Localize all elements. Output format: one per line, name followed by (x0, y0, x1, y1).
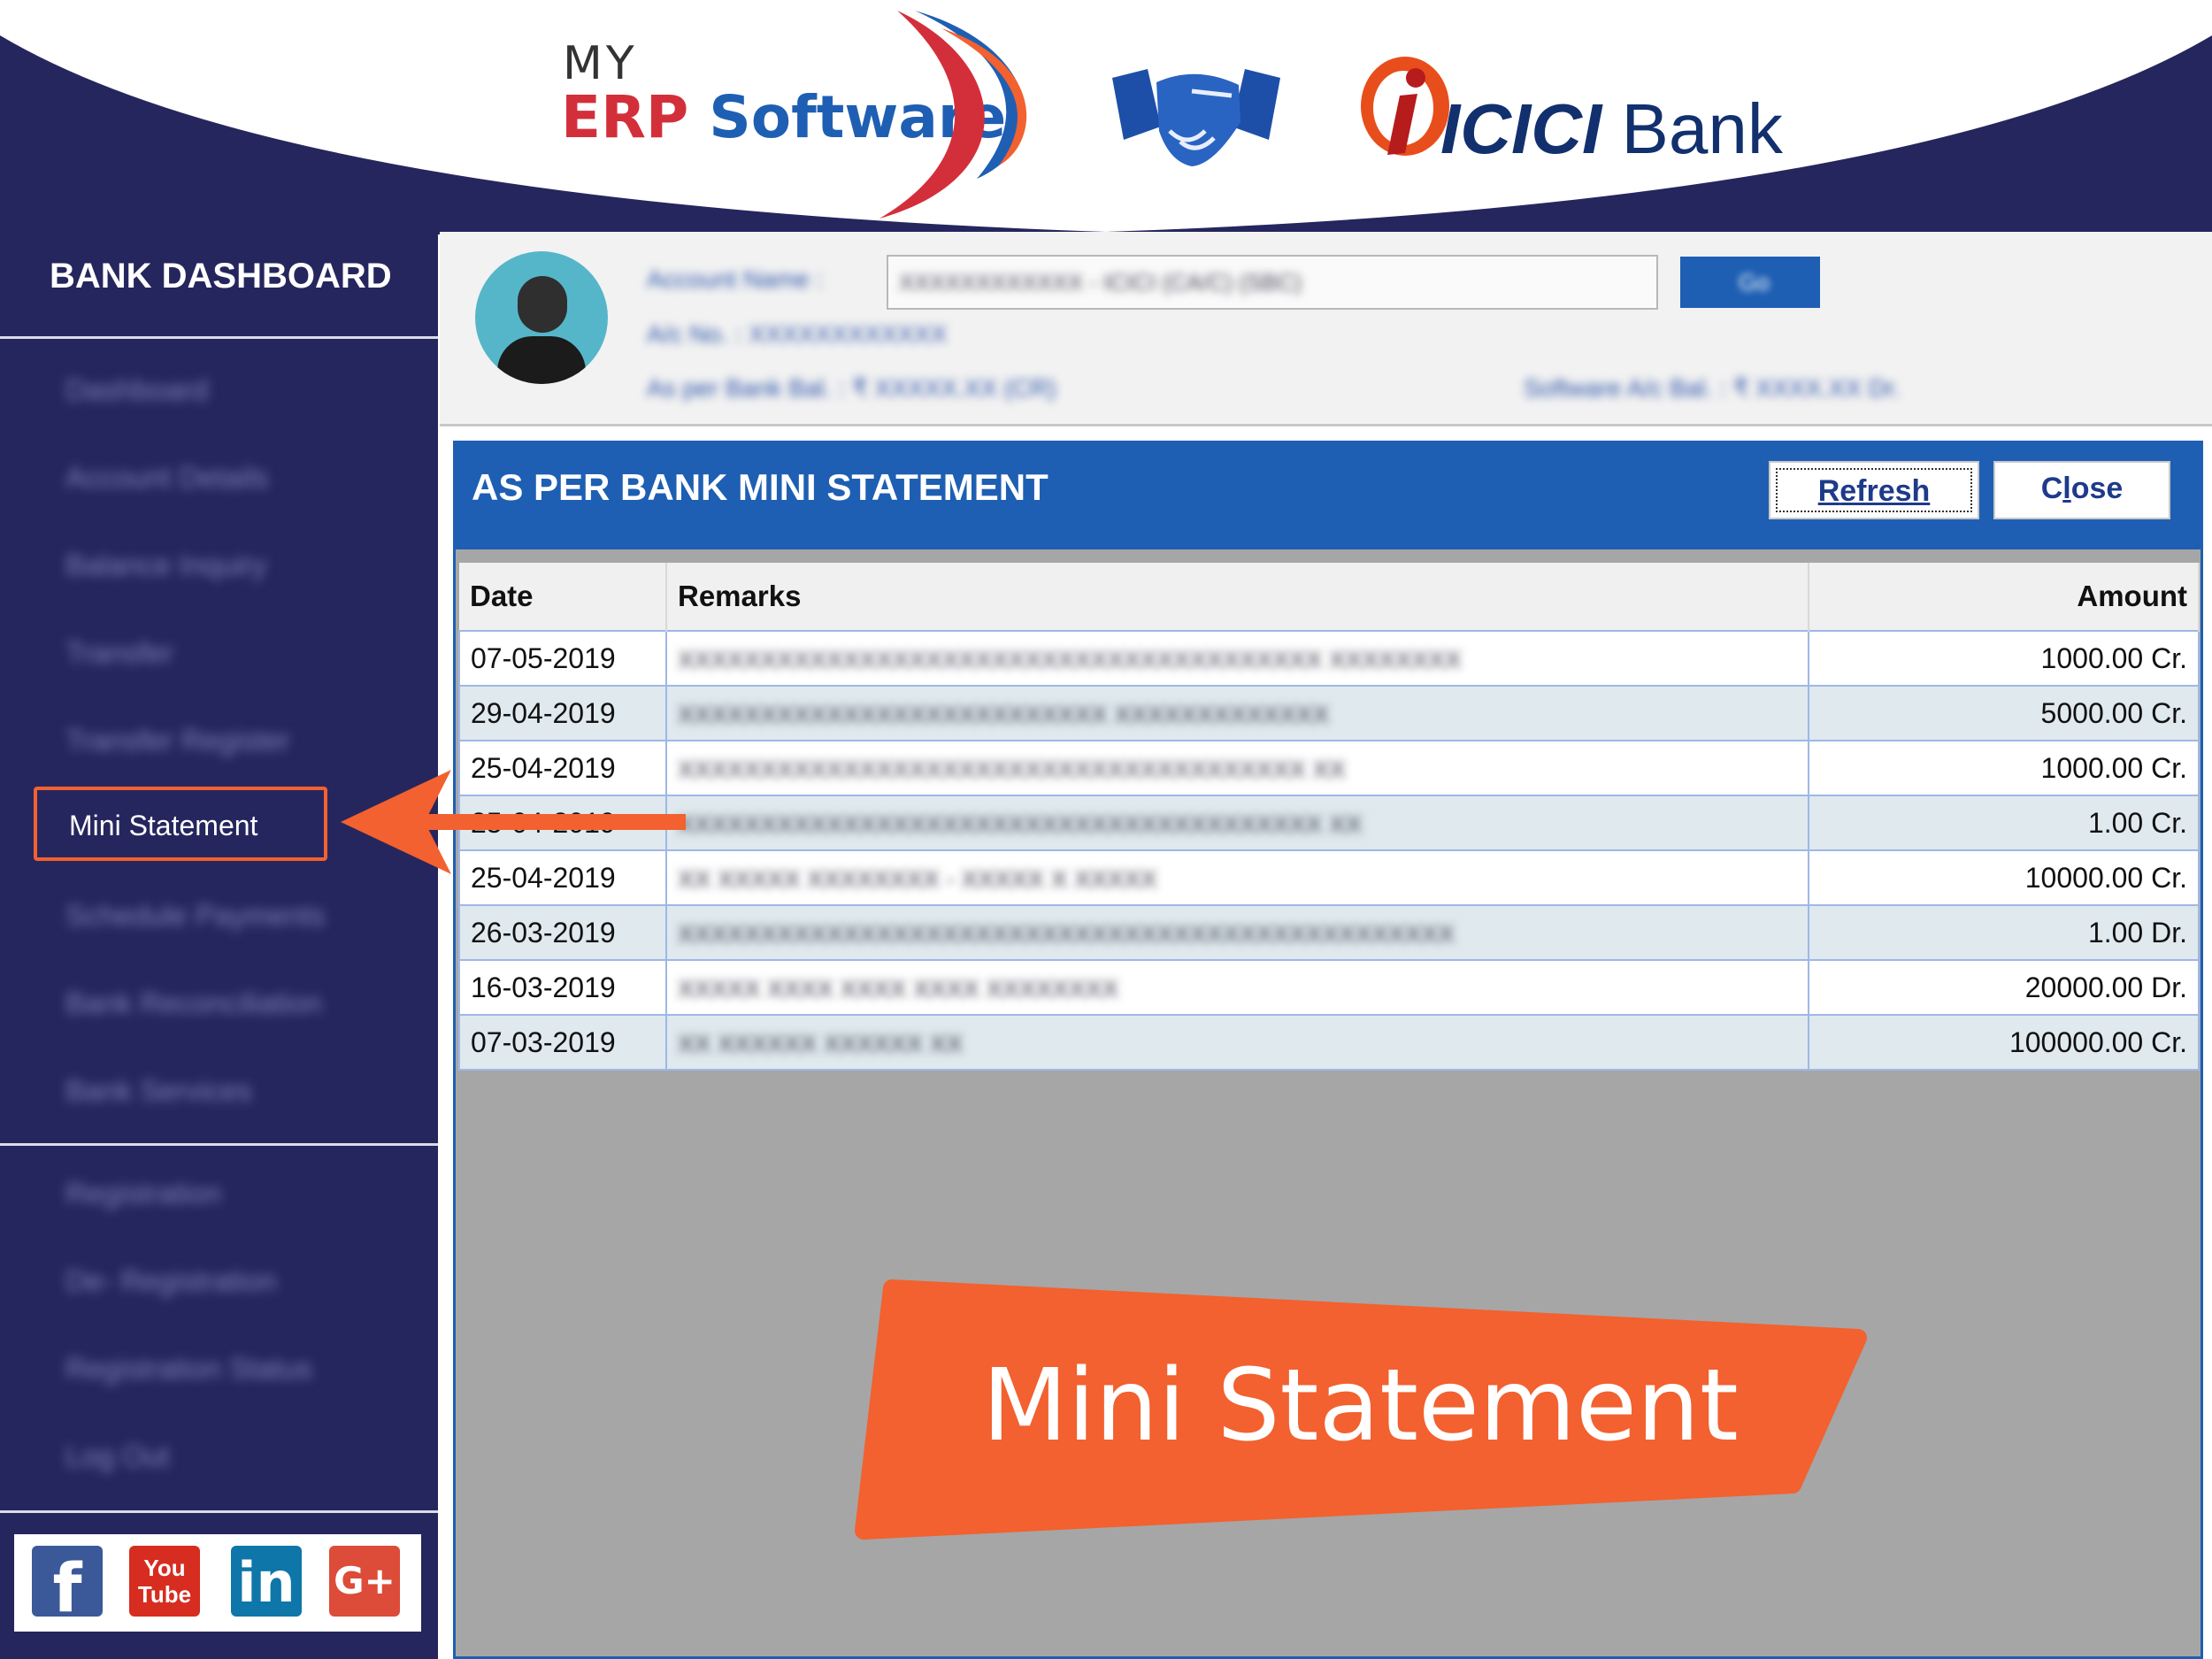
cell-remarks: XXXXX XXXX XXXX XXXX XXXXXXXX (665, 959, 1809, 1016)
sidebar-item-schedule-payments[interactable]: Schedule Payments (65, 899, 326, 933)
callout-text: Mini Statement (982, 1348, 1739, 1463)
sidebar-divider (0, 1510, 438, 1513)
panel-header: AS PER BANK MINI STATEMENT Refresh Close (456, 443, 2200, 549)
banner-curve (0, 35, 2212, 234)
sidebar-item-mini-statement[interactable]: Mini Statement (34, 787, 327, 861)
sidebar-item-bank-services[interactable]: Bank Services (65, 1074, 252, 1108)
cell-remarks: XXXXXXXXXXXXXXXXXXXXXXXXXXXXXXXXXXXXXX X… (665, 740, 1809, 796)
cell-remarks: XX XXXXX XXXXXXXX - XXXXX X XXXXX (665, 849, 1809, 906)
account-header: Account Name : XXXXXXXXXXXX - ICICI (CA/… (440, 232, 2212, 426)
software-balance: Software A/c Bal. : ₹ XXXX.XX Dr. (1524, 374, 1901, 402)
sidebar-item-balance-inquiry[interactable]: Balance Inquiry (65, 549, 266, 582)
icici-bank-logo: ICICI Bank (1354, 51, 1832, 168)
icici-bank-name: ICICI Bank (1440, 89, 1783, 168)
column-header-remarks[interactable]: Remarks (666, 563, 1809, 631)
sidebar-item-registration-status[interactable]: Registration Status (65, 1352, 312, 1386)
cell-amount: 1.00 Cr. (1808, 795, 2200, 851)
table-row[interactable]: 26-03-2019 XXXXXXXXXXXXXXXXXXXXXXXXXXXXX… (458, 904, 2200, 961)
sidebar-item-account-details[interactable]: Account Details (65, 461, 268, 495)
refresh-button[interactable]: Refresh (1769, 461, 1979, 519)
cell-date: 29-04-2019 (458, 685, 667, 741)
table-row[interactable]: 25-04-2019 XX XXXXX XXXXXXXX - XXXXX X X… (458, 849, 2200, 906)
table-row[interactable]: 07-03-2019 XX XXXXXX XXXXXX XX 100000.00… (458, 1014, 2200, 1071)
account-name-label: Account Name : (647, 265, 824, 293)
sidebar-item-transfer-register[interactable]: Transfer Register (65, 724, 290, 757)
cell-amount: 5000.00 Cr. (1808, 685, 2200, 741)
cell-amount: 10000.00 Cr. (1808, 849, 2200, 906)
cell-remarks: XXXXXXXXXXXXXXXXXXXXXXXXXXXXXXXXXXXXXXX … (665, 630, 1809, 687)
my-erp-software-logo: MY ERP Software (561, 11, 1056, 223)
table-header-row: Date Remarks Amount (459, 563, 2200, 631)
sidebar-divider (0, 336, 438, 339)
cell-remarks: XX XXXXXX XXXXXX XX (665, 1014, 1809, 1071)
sidebar-item-de-registration[interactable]: De- Registration (65, 1264, 276, 1298)
cell-date: 07-05-2019 (458, 630, 667, 687)
sidebar-title: BANK DASHBOARD (50, 257, 392, 296)
panel-title: AS PER BANK MINI STATEMENT (472, 466, 1048, 508)
cell-remarks: XXXXXXXXXXXXXXXXXXXXXXXXXXXXXXXXXXXXXXX … (665, 795, 1809, 851)
account-select-value: XXXXXXXXXXXX - ICICI (CA/C) (SBC) (899, 269, 1302, 296)
cell-remarks: XXXXXXXXXXXXXXXXXXXXXXXXXXXXXXXXXXXXXXXX… (665, 904, 1809, 961)
googleplus-icon[interactable]: G+ (329, 1546, 400, 1617)
facebook-icon[interactable]: f (32, 1546, 103, 1627)
cell-amount: 100000.00 Cr. (1808, 1014, 2200, 1071)
account-number: A/c No. : XXXXXXXXXXXX (647, 320, 948, 348)
go-button[interactable]: Go (1680, 257, 1820, 308)
table-row[interactable]: 25-04-2019 XXXXXXXXXXXXXXXXXXXXXXXXXXXXX… (458, 740, 2200, 796)
cell-date: 07-03-2019 (458, 1014, 667, 1071)
sidebar-item-transfer[interactable]: Transfer (65, 636, 173, 670)
annotation-arrow-icon (341, 770, 686, 874)
mini-statement-callout: Mini Statement (849, 1274, 1867, 1548)
logo-my-text: MY (563, 37, 638, 90)
linkedin-icon[interactable]: in (231, 1546, 302, 1617)
cell-date: 26-03-2019 (458, 904, 667, 961)
cell-amount: 1.00 Dr. (1808, 904, 2200, 961)
table-row[interactable]: 25-04-2019 XXXXXXXXXXXXXXXXXXXXXXXXXXXXX… (458, 795, 2200, 851)
account-select[interactable]: XXXXXXXXXXXX - ICICI (CA/C) (SBC) (887, 255, 1658, 310)
table-row[interactable]: 07-05-2019 XXXXXXXXXXXXXXXXXXXXXXXXXXXXX… (458, 630, 2200, 687)
sidebar-item-label: Mini Statement (69, 810, 258, 841)
sidebar-divider (0, 1143, 438, 1146)
sidebar-item-bank-reconciliation[interactable]: Bank Reconciliation (65, 987, 322, 1020)
bank-balance: As per Bank Bal. : ₹ XXXXX.XX (CR) (647, 374, 1056, 402)
logo-swoosh-icon (879, 11, 1027, 219)
column-header-date[interactable]: Date (459, 563, 667, 631)
youtube-icon[interactable]: You Tube (129, 1546, 200, 1617)
top-banner: MY ERP Software ICICI Bank (0, 0, 2212, 234)
icici-i-icon (1361, 57, 1449, 156)
cell-date: 16-03-2019 (458, 959, 667, 1016)
sidebar-item-log-out[interactable]: Log Out (65, 1440, 169, 1473)
close-button[interactable]: Close (1993, 461, 2170, 519)
social-links: f You Tube in G+ (14, 1534, 421, 1632)
cell-amount: 20000.00 Dr. (1808, 959, 2200, 1016)
table-row[interactable]: 29-04-2019 XXXXXXXXXXXXXXXXXXXXXXXXXX XX… (458, 685, 2200, 741)
statement-table: Date Remarks Amount 07-05-2019 XXXXXXXXX… (458, 563, 2200, 1071)
sidebar: BANK DASHBOARD Dashboard Account Details… (0, 232, 438, 1659)
cell-remarks: XXXXXXXXXXXXXXXXXXXXXXXXXX XXXXXXXXXXXXX (665, 685, 1809, 741)
cell-amount: 1000.00 Cr. (1808, 630, 2200, 687)
avatar (475, 251, 608, 384)
table-row[interactable]: 16-03-2019 XXXXX XXXX XXXX XXXX XXXXXXXX… (458, 959, 2200, 1016)
cell-amount: 1000.00 Cr. (1808, 740, 2200, 796)
sidebar-item-dashboard[interactable]: Dashboard (65, 373, 208, 407)
sidebar-item-registration[interactable]: Registration (65, 1177, 221, 1210)
column-header-amount[interactable]: Amount (1809, 563, 2200, 631)
